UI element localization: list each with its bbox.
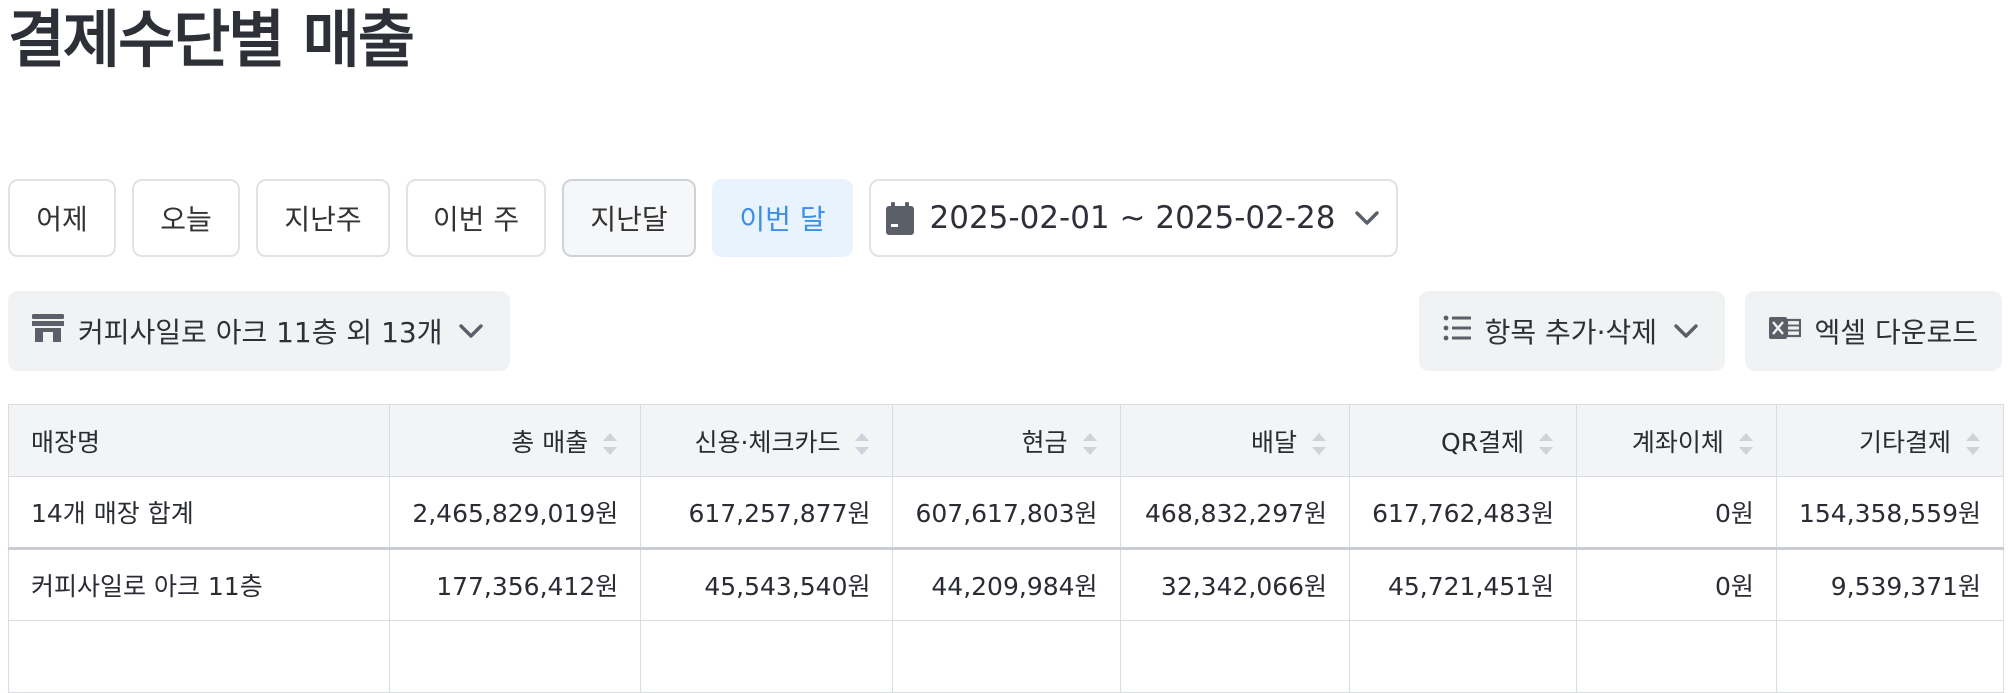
sort-icon[interactable] [1311,431,1327,457]
cell-total: 177,356,412원 [389,548,642,621]
cell-qr [1349,620,1578,693]
table-row-total: 14개 매장 합계 2,465,829,019원 617,257,877원 60… [7,476,2005,550]
cell-other [1775,620,2005,693]
cell-other: 154,358,559원 [1775,476,2005,550]
column-header-transfer[interactable]: 계좌이체 [1576,404,1777,477]
date-range-text: 2025-02-01 ~ 2025-02-28 [929,200,1336,236]
sort-icon[interactable] [602,431,618,457]
period-today-button[interactable]: 오늘 [132,179,240,257]
column-header-cash[interactable]: 현금 [892,404,1121,477]
store-filter-button[interactable]: 커피사일로 아크 11층 외 13개 [8,291,511,371]
period-this-week-button[interactable]: 이번 주 [406,179,546,257]
sort-icon[interactable] [854,431,870,457]
cell-delivery: 468,832,297원 [1119,476,1351,550]
list-icon [1443,315,1471,348]
sort-icon[interactable] [1965,431,1981,457]
cell-store: 14개 매장 합계 [7,476,391,550]
store-filter-label: 커피사일로 아크 11층 외 13개 [78,316,443,349]
excel-download-label: 엑셀 다운로드 [1814,316,1978,349]
chevron-down-icon [1352,200,1382,236]
cell-card: 617,257,877원 [640,476,894,550]
period-yesterday-button[interactable]: 어제 [8,179,116,257]
cell-cash: 44,209,984원 [892,548,1121,621]
column-header-other[interactable]: 기타결제 [1775,404,2005,477]
table-row[interactable]: 커피사일로 아크 11층 177,356,412원 45,543,540원 44… [7,548,2005,621]
table-row[interactable] [7,620,2005,693]
calendar-icon [885,201,914,235]
period-filter: 어제 오늘 지난주 이번 주 지난달 이번 달 2025-02-01 ~ 202… [8,179,1398,259]
chevron-down-icon [1671,315,1701,348]
column-header-total[interactable]: 총 매출 [389,404,642,477]
column-header-store[interactable]: 매장명 [7,404,391,477]
period-this-month-button[interactable]: 이번 달 [712,179,853,257]
sort-icon[interactable] [1082,431,1098,457]
chevron-down-icon [456,315,486,348]
store-icon [32,313,64,349]
column-header-delivery[interactable]: 배달 [1119,404,1351,477]
cell-total [389,620,642,693]
period-last-month-button[interactable]: 지난달 [562,179,696,257]
cell-transfer: 0원 [1576,548,1777,621]
excel-icon [1768,314,1801,349]
table-header-row: 매장명 총 매출 신용·체크카드 현금 배달 QR결제 계좌이체 기타결제 [7,404,2005,477]
sort-icon[interactable] [1738,431,1754,457]
cell-delivery: 32,342,066원 [1119,548,1351,621]
column-header-card[interactable]: 신용·체크카드 [640,404,894,477]
sales-table: 매장명 총 매출 신용·체크카드 현금 배달 QR결제 계좌이체 기타결제 14… [7,404,2005,693]
cell-qr: 617,762,483원 [1349,476,1578,550]
cell-cash [892,620,1121,693]
cell-transfer: 0원 [1576,476,1777,550]
cell-card: 45,543,540원 [640,548,894,621]
column-header-qr[interactable]: QR결제 [1349,404,1578,477]
cell-card [640,620,894,693]
column-config-button[interactable]: 항목 추가·삭제 [1418,291,1725,371]
sort-icon[interactable] [1538,431,1554,457]
cell-total: 2,465,829,019원 [389,476,642,550]
cell-qr: 45,721,451원 [1349,548,1578,621]
filter-toolbar: 커피사일로 아크 11층 외 13개 항목 추가·삭제 엑셀 다운로드 [8,291,2002,371]
period-last-week-button[interactable]: 지난주 [256,179,390,257]
cell-delivery [1119,620,1351,693]
page-title: 결제수단별 매출 [8,3,415,76]
date-range-picker[interactable]: 2025-02-01 ~ 2025-02-28 [869,179,1398,257]
cell-store [7,620,391,693]
cell-other: 9,539,371원 [1775,548,2005,621]
cell-store: 커피사일로 아크 11층 [7,548,391,621]
cell-transfer [1576,620,1777,693]
excel-download-button[interactable]: 엑셀 다운로드 [1744,291,2002,371]
column-config-label: 항목 추가·삭제 [1484,316,1657,349]
cell-cash: 607,617,803원 [892,476,1121,550]
